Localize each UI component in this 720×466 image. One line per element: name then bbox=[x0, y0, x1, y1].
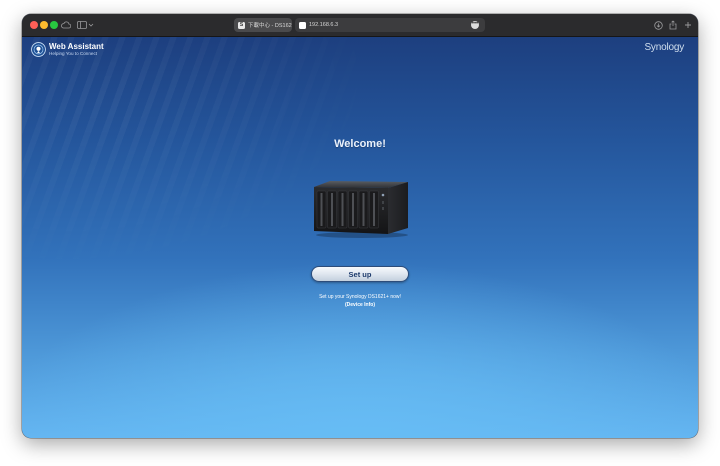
download-icon[interactable] bbox=[653, 18, 663, 32]
chevron-down-icon[interactable] bbox=[87, 18, 95, 32]
browser-toolbar: S 下載中心 - DS162… 192.168.6.3 ••• bbox=[22, 14, 698, 37]
device-info-link[interactable]: (Device Info) bbox=[22, 302, 698, 308]
setup-description: Set up your Synology DS1621+ now! bbox=[319, 294, 401, 300]
app-subtitle: Helping You to Connect bbox=[49, 51, 98, 56]
new-tab-icon[interactable] bbox=[683, 18, 693, 32]
tab-label: 下載中心 - DS162… bbox=[248, 23, 292, 29]
tab-label: 192.168.6.3 bbox=[309, 22, 339, 28]
share-icon[interactable] bbox=[668, 18, 678, 32]
web-assistant-logo-icon bbox=[31, 42, 46, 57]
app-title: Web Assistant bbox=[49, 42, 104, 51]
web-assistant-page: Web Assistant Helping You to Connect Syn… bbox=[22, 37, 698, 438]
browser-window: S 下載中心 - DS162… 192.168.6.3 ••• Web Assi… bbox=[22, 14, 698, 438]
synology-logo: Synology bbox=[644, 42, 684, 53]
tab-download-center[interactable]: S 下載中心 - DS162… bbox=[234, 18, 292, 32]
background-light-rays bbox=[22, 37, 419, 295]
nas-device-image bbox=[314, 181, 408, 238]
tab-web-assistant[interactable]: 192.168.6.3 ••• bbox=[295, 18, 485, 32]
cloud-icon[interactable] bbox=[60, 18, 72, 32]
setup-button[interactable]: Set up bbox=[311, 266, 409, 282]
maximize-window-button[interactable] bbox=[50, 21, 58, 29]
minimize-window-button[interactable] bbox=[40, 21, 48, 29]
tab-more-icon[interactable]: ••• bbox=[471, 21, 479, 29]
close-window-button[interactable] bbox=[30, 21, 38, 29]
page-favicon-icon bbox=[299, 21, 306, 29]
welcome-heading: Welcome! bbox=[334, 138, 386, 150]
synology-favicon-icon: S bbox=[238, 21, 245, 29]
